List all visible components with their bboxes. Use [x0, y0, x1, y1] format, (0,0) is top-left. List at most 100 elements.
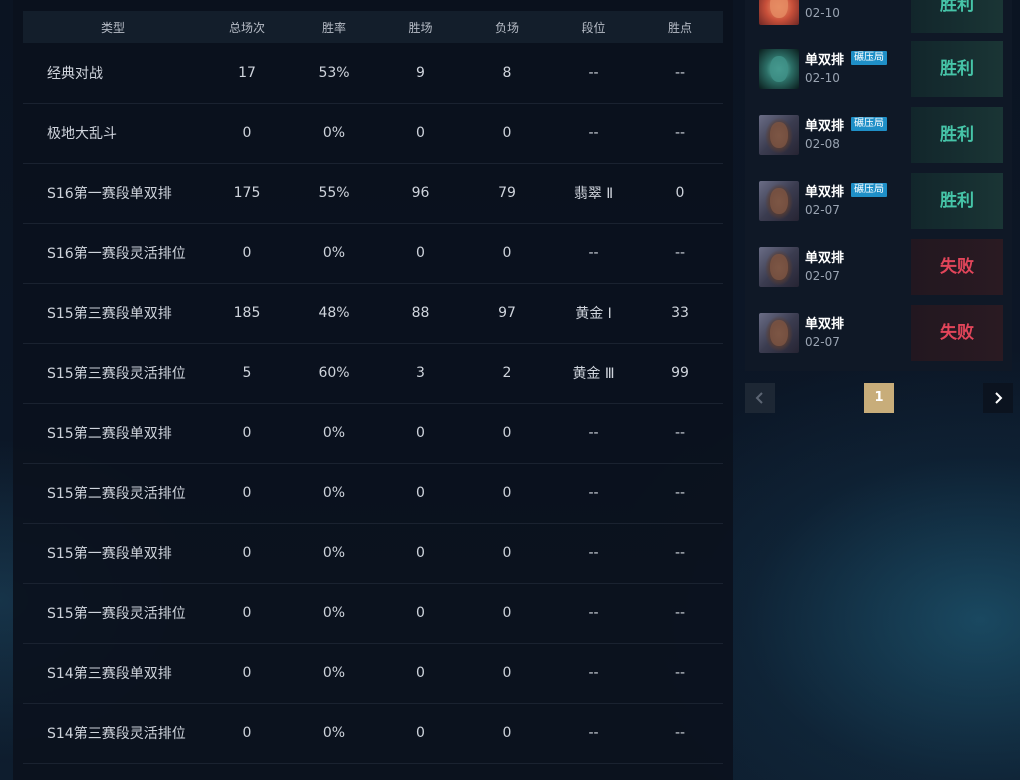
losses-cell: 0 — [502, 425, 512, 441]
match-history-item[interactable]: 单双排 02-07 失败 — [745, 303, 1012, 363]
match-history-item[interactable]: 单双排 碾压局 02-07 胜利 — [745, 171, 1012, 231]
wins-cell: 0 — [416, 725, 425, 741]
page-number-button[interactable]: 1 — [864, 383, 894, 413]
chevron-left-icon — [755, 392, 763, 404]
stats-panel: 类型 总场次 胜率 胜场 负场 段位 胜点 经典对战 17 53% 9 8 -- — [13, 0, 733, 780]
win-rate-cell: 0% — [322, 545, 346, 561]
wins-cell: 0 — [416, 665, 425, 681]
header-tier: 段位 — [581, 20, 606, 35]
match-history-item[interactable]: 单双排 碾压局 02-08 胜利 — [745, 105, 1012, 165]
league-points-cell: -- — [674, 64, 686, 81]
match-queue-name: 单双排 — [805, 119, 845, 134]
match-date: 02-07 — [805, 269, 840, 283]
tier-cell: 黄金 Ⅲ — [572, 366, 615, 382]
previous-page-button[interactable] — [745, 383, 775, 413]
losses-cell: 0 — [502, 485, 512, 501]
losses-cell: 79 — [498, 185, 516, 201]
wins-cell: 0 — [416, 605, 425, 621]
total-games-cell: 0 — [242, 125, 252, 141]
match-queue-name: 单双排 — [805, 53, 845, 68]
tier-cell: 翡翠 Ⅱ — [573, 186, 614, 202]
table-row: S14第三赛段灵活排位 0 0% 0 0 -- -- — [23, 703, 723, 763]
queue-type-cell: S16第一赛段单双排 — [47, 186, 172, 202]
win-rate-cell: 60% — [318, 365, 350, 381]
wins-cell: 0 — [416, 545, 425, 561]
win-rate-cell: 53% — [318, 64, 350, 81]
wins-cell: 3 — [416, 365, 425, 381]
win-rate-cell: 0% — [322, 485, 346, 501]
header-losses: 负场 — [494, 20, 519, 35]
tier-cell: -- — [588, 665, 599, 681]
total-games-cell: 175 — [233, 185, 261, 201]
league-points-cell: -- — [674, 725, 686, 741]
wins-cell: 0 — [416, 125, 425, 141]
win-rate-cell: 0% — [322, 425, 346, 441]
match-history-item[interactable]: 02-10 胜利 — [745, 0, 1012, 35]
match-history-panel: 02-10 胜利 单双排 碾压局 02-10 胜利 单双排 碾压局 02-08 … — [745, 0, 1012, 371]
match-queue-name: 单双排 — [805, 317, 845, 332]
league-points-cell: 33 — [671, 305, 689, 321]
table-row: S15第二赛段灵活排位 0 0% 0 0 -- -- — [23, 463, 723, 523]
match-date: 02-07 — [805, 203, 840, 217]
league-points-cell: -- — [674, 425, 686, 441]
champion-avatar — [759, 0, 799, 25]
match-result: 失败 — [911, 239, 1003, 295]
stomp-badge: 碾压局 — [851, 117, 887, 131]
header-type: 类型 — [100, 20, 125, 35]
header-league-points: 胜点 — [667, 20, 692, 35]
wins-cell: 0 — [416, 245, 425, 261]
league-points-cell: -- — [674, 125, 686, 141]
losses-cell: 0 — [502, 725, 512, 741]
win-rate-cell: 0% — [322, 125, 346, 141]
page: 类型 总场次 胜率 胜场 负场 段位 胜点 经典对战 17 53% 9 8 -- — [0, 0, 1020, 780]
table-row: S15第二赛段单双排 0 0% 0 0 -- -- — [23, 403, 723, 463]
total-games-cell: 0 — [242, 665, 252, 681]
win-rate-cell: 0% — [322, 245, 346, 261]
queue-type-cell: 极地大乱斗 — [47, 126, 117, 142]
champion-avatar — [759, 313, 799, 353]
wins-cell: 9 — [416, 64, 425, 81]
tier-cell: 黄金 Ⅰ — [575, 306, 612, 322]
losses-cell: 0 — [502, 605, 512, 621]
queue-type-cell: S15第一赛段单双排 — [47, 546, 172, 562]
losses-cell: 8 — [502, 64, 512, 81]
losses-cell: 0 — [502, 125, 512, 141]
table-row: S15第一赛段灵活排位 0 0% 0 0 -- -- — [23, 583, 723, 643]
table-row: S15第一赛段单双排 0 0% 0 0 -- -- — [23, 523, 723, 583]
stats-table-body: 经典对战 17 53% 9 8 -- -- 极地大乱斗 0 0% 0 0 -- … — [23, 43, 723, 763]
win-rate-cell: 55% — [318, 185, 350, 201]
tier-cell: -- — [588, 725, 599, 741]
next-page-button[interactable] — [983, 383, 1013, 413]
champion-avatar — [759, 181, 799, 221]
header-total-games: 总场次 — [228, 20, 265, 35]
champion-avatar — [759, 247, 799, 287]
total-games-cell: 185 — [233, 305, 261, 321]
total-games-cell: 0 — [242, 725, 252, 741]
queue-type-cell: S15第二赛段单双排 — [47, 426, 172, 442]
tier-cell: -- — [588, 545, 599, 561]
match-date: 02-07 — [805, 335, 840, 349]
queue-type-cell: S15第一赛段灵活排位 — [47, 606, 186, 622]
tier-cell: -- — [588, 605, 599, 621]
chevron-right-icon — [995, 392, 1003, 404]
win-rate-cell: 48% — [318, 305, 350, 321]
match-result: 胜利 — [911, 41, 1003, 97]
match-history-item[interactable]: 单双排 02-07 失败 — [745, 237, 1012, 297]
win-rate-cell: 0% — [322, 605, 346, 621]
total-games-cell: 0 — [242, 245, 252, 261]
match-history-item[interactable]: 单双排 碾压局 02-10 胜利 — [745, 39, 1012, 99]
queue-type-cell: S14第三赛段灵活排位 — [47, 726, 186, 742]
losses-cell: 0 — [502, 245, 512, 261]
stats-table: 类型 总场次 胜率 胜场 负场 段位 胜点 经典对战 17 53% 9 8 -- — [23, 11, 723, 764]
table-row: S16第一赛段灵活排位 0 0% 0 0 -- -- — [23, 223, 723, 283]
queue-type-cell: S14第三赛段单双排 — [47, 666, 172, 682]
table-row: S15第三赛段灵活排位 5 60% 3 2 黄金 Ⅲ 99 — [23, 343, 723, 403]
table-row: 经典对战 17 53% 9 8 -- -- — [23, 43, 723, 103]
total-games-cell: 17 — [238, 64, 256, 81]
header-row: 类型 总场次 胜率 胜场 负场 段位 胜点 — [23, 11, 723, 43]
queue-type-cell: S16第一赛段灵活排位 — [47, 246, 186, 262]
match-queue-name: 单双排 — [805, 185, 845, 200]
total-games-cell: 5 — [242, 365, 252, 381]
stats-table-header: 类型 总场次 胜率 胜场 负场 段位 胜点 — [23, 11, 723, 43]
match-date: 02-10 — [805, 71, 840, 85]
